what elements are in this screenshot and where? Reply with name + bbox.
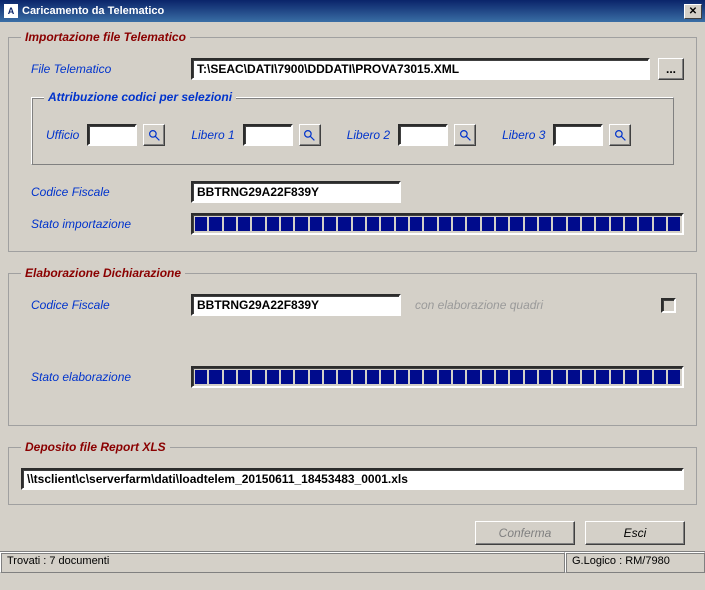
import-cf-label: Codice Fiscale bbox=[31, 185, 191, 199]
lib3-lookup-button[interactable] bbox=[609, 124, 631, 146]
status-left: Trovati : 7 documenti bbox=[0, 552, 565, 573]
lib1-label: Libero 1 bbox=[191, 128, 234, 142]
lib1-lookup-button[interactable] bbox=[299, 124, 321, 146]
deposit-legend: Deposito file Report XLS bbox=[21, 440, 170, 454]
browse-button[interactable]: ... bbox=[658, 58, 684, 80]
elab-cf-input[interactable] bbox=[191, 294, 401, 316]
attrib-group: Attribuzione codici per selezioni Uffici… bbox=[31, 90, 674, 165]
elab-group: Elaborazione Dichiarazione Codice Fiscal… bbox=[8, 266, 697, 426]
attrib-legend: Attribuzione codici per selezioni bbox=[44, 90, 236, 104]
import-cf-input[interactable] bbox=[191, 181, 401, 203]
elab-stato-label: Stato elaborazione bbox=[31, 370, 191, 384]
file-label: File Telematico bbox=[31, 62, 191, 76]
import-stato-label: Stato importazione bbox=[31, 217, 191, 231]
status-right: G.Logico : RM/7980 bbox=[565, 552, 705, 573]
con-elab-checkbox bbox=[661, 298, 676, 313]
import-legend: Importazione file Telematico bbox=[21, 30, 190, 44]
ufficio-label: Ufficio bbox=[46, 128, 79, 142]
con-elab-label: con elaborazione quadri bbox=[415, 298, 543, 312]
esci-button[interactable]: Esci bbox=[585, 521, 685, 545]
lib1-input[interactable] bbox=[243, 124, 293, 146]
deposit-path-input[interactable] bbox=[21, 468, 684, 490]
elab-legend: Elaborazione Dichiarazione bbox=[21, 266, 185, 280]
file-path-input[interactable] bbox=[191, 58, 650, 80]
magnifier-icon bbox=[148, 129, 161, 142]
window-title: Caricamento da Telematico bbox=[22, 5, 684, 17]
magnifier-icon bbox=[303, 129, 316, 142]
magnifier-icon bbox=[459, 129, 472, 142]
lib2-lookup-button[interactable] bbox=[454, 124, 476, 146]
lib3-label: Libero 3 bbox=[502, 128, 545, 142]
ufficio-lookup-button[interactable] bbox=[143, 124, 165, 146]
magnifier-icon bbox=[614, 129, 627, 142]
lib2-input[interactable] bbox=[398, 124, 448, 146]
import-group: Importazione file Telematico File Telema… bbox=[8, 30, 697, 252]
app-icon: A bbox=[4, 4, 18, 18]
deposit-group: Deposito file Report XLS bbox=[8, 440, 697, 505]
lib3-input[interactable] bbox=[553, 124, 603, 146]
ufficio-input[interactable] bbox=[87, 124, 137, 146]
conferma-button: Conferma bbox=[475, 521, 575, 545]
elab-cf-label: Codice Fiscale bbox=[31, 298, 191, 312]
status-bar: Trovati : 7 documenti G.Logico : RM/7980 bbox=[0, 551, 705, 573]
close-button[interactable]: ✕ bbox=[684, 4, 702, 19]
import-progress bbox=[191, 213, 684, 235]
elab-progress bbox=[191, 366, 684, 388]
title-bar: A Caricamento da Telematico ✕ bbox=[0, 0, 705, 22]
lib2-label: Libero 2 bbox=[347, 128, 390, 142]
